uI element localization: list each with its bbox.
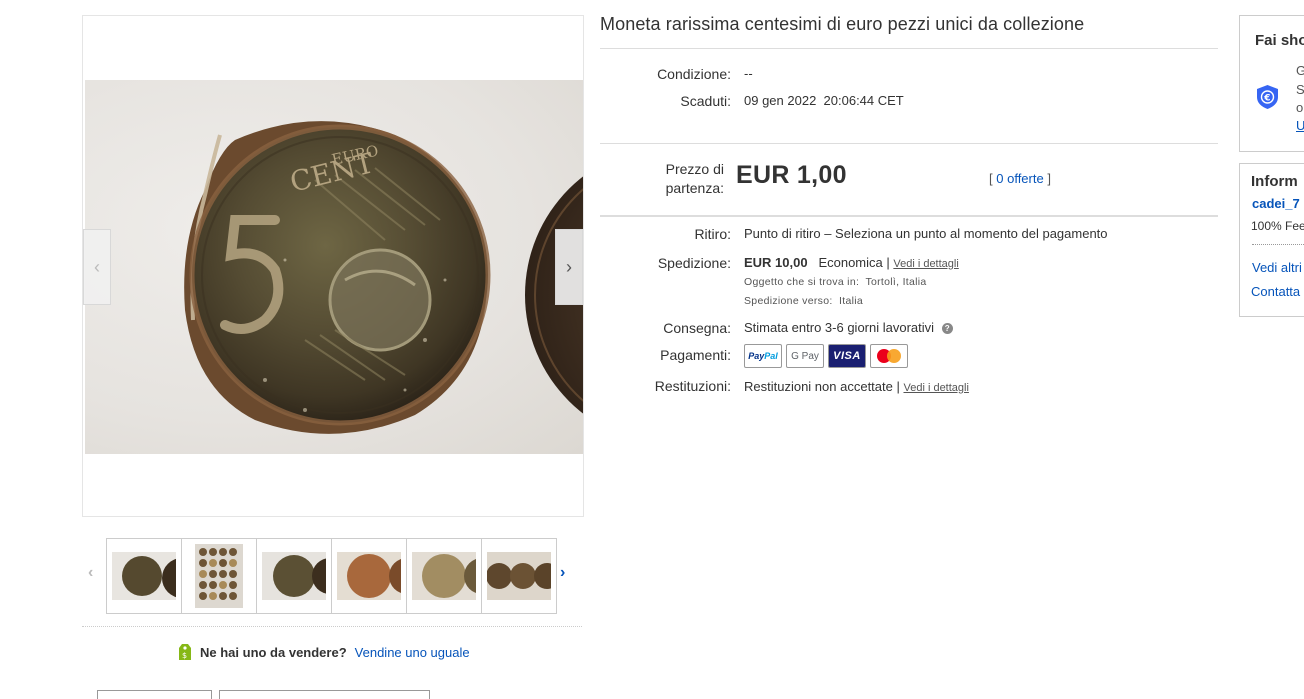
sell-similar-question: Ne hai uno da vendere? — [200, 644, 347, 660]
thumbnail-3[interactable] — [256, 538, 332, 614]
delivery-label: Consegna: — [663, 320, 731, 336]
buy-with-confidence-panel: Fai sho € G S o U — [1239, 15, 1304, 152]
delivery-value: Stimata entro 3-6 giorni lavorativi ? — [744, 320, 953, 335]
item-location-value: Tortolì, Italia — [865, 276, 927, 288]
gallery-divider — [82, 626, 582, 627]
paypal-icon: Pay Pal — [744, 344, 782, 368]
returns-value: Restituzioni non accettate | Vedi i dett… — [744, 379, 969, 394]
offers-link[interactable]: 0 offerte — [996, 171, 1043, 186]
price-tag-icon: $ — [179, 644, 191, 660]
thumb-next-arrow[interactable]: › — [560, 564, 565, 582]
seller-name-link[interactable]: cadei_7 — [1252, 196, 1300, 211]
thumbnail-2[interactable] — [181, 538, 257, 614]
panel-2-title: Inform — [1251, 173, 1298, 190]
returns-label: Restituzioni: — [654, 378, 731, 394]
price-label: Prezzo di partenza: — [600, 160, 724, 198]
ships-to: Spedizione verso: Italia — [744, 295, 863, 307]
ended-value: 09 gen 2022 20:06:44 CET — [744, 93, 904, 108]
thumbnail-strip: ‹ › — [82, 538, 584, 614]
sell-similar-link[interactable]: Vendine uno uguale — [355, 645, 470, 660]
see-other-items-link[interactable]: Vedi altri — [1252, 260, 1302, 275]
thumbnail-6[interactable] — [481, 538, 557, 614]
delivery-estimate: Stimata entro 3-6 giorni lavorativi — [744, 320, 935, 335]
shipping-label: Spedizione: — [657, 255, 731, 271]
thumb-prev-arrow[interactable]: ‹ — [88, 564, 93, 582]
coin-photo: EURO CENT — [184, 121, 583, 434]
returns-policy: Restituzioni non accettate | — [744, 379, 900, 394]
sell-similar-row: $ Ne hai uno da vendere? Vendine uno ugu… — [178, 643, 470, 661]
item-location-label: Oggetto che si trova in: — [744, 276, 860, 288]
offers-bracket-close: ] — [1047, 171, 1051, 186]
ended-label: Scaduti: — [680, 93, 731, 109]
starting-price: EUR 1,00 — [736, 161, 847, 189]
payment-methods: Pay Pal G Pay VISA — [744, 344, 908, 368]
pickup-label: Ritiro: — [694, 226, 731, 242]
contact-seller-link[interactable]: Contatta — [1251, 284, 1300, 299]
gallery-next-arrow[interactable]: › — [555, 229, 583, 305]
offers-count: [ 0 offerte ] — [989, 171, 1051, 186]
svg-text:$: $ — [182, 651, 187, 660]
price-label-line1: Prezzo di — [665, 161, 724, 177]
svg-text:€: € — [1263, 94, 1270, 104]
main-photo[interactable]: EURO CENT — [85, 80, 583, 454]
shipping-service: Economica | — [818, 255, 890, 270]
ships-to-value: Italia — [839, 295, 863, 307]
thumbnail-1[interactable] — [106, 538, 182, 614]
item-title: Moneta rarissima centesimi di euro pezzi… — [600, 14, 1085, 34]
shipping-details-link[interactable]: Vedi i dettagli — [893, 258, 958, 270]
price-label-line2: partenza: — [665, 180, 724, 196]
pickup-value: Punto di ritiro – Seleziona un punto al … — [744, 226, 1108, 241]
shipping-value: EUR 10,00 Economica | Vedi i dettagli — [744, 255, 959, 270]
thumbnail-5[interactable] — [406, 538, 482, 614]
item-location: Oggetto che si trova in: Tortolì, Italia — [744, 276, 927, 288]
google-pay-icon: G Pay — [786, 344, 824, 368]
condition-label: Condizione: — [657, 66, 731, 82]
seller-feedback: 100% Fee — [1251, 219, 1304, 233]
panel-1-line1: G — [1296, 63, 1304, 78]
panel-1-line3: o — [1296, 100, 1304, 115]
money-back-shield-icon: € — [1257, 85, 1278, 109]
bottom-button-2[interactable] — [219, 690, 430, 699]
gallery-prev-arrow[interactable]: ‹ — [83, 229, 111, 305]
ships-to-label: Spedizione verso: — [744, 295, 833, 307]
returns-details-link[interactable]: Vedi i dettagli — [903, 382, 968, 394]
visa-icon: VISA — [828, 344, 866, 368]
seller-divider — [1252, 244, 1304, 245]
info-divider — [600, 143, 1218, 144]
help-icon[interactable]: ? — [941, 323, 953, 334]
condition-value: -- — [744, 66, 753, 81]
payments-label: Pagamenti: — [660, 347, 731, 363]
seller-info-panel: Inform cadei_7 100% Fee Vedi altri Conta… — [1239, 163, 1304, 317]
price-divider — [600, 215, 1218, 217]
thumbnail-4[interactable] — [331, 538, 407, 614]
shipping-cost: EUR 10,00 — [744, 255, 808, 270]
panel-1-line2: S — [1296, 82, 1304, 97]
mastercard-icon — [870, 344, 908, 368]
panel-1-link[interactable]: U — [1296, 118, 1304, 133]
panel-1-title: Fai sho — [1255, 32, 1304, 49]
bottom-button-1[interactable] — [97, 690, 212, 699]
title-divider — [600, 48, 1218, 49]
ended-date: 09 gen 2022 — [744, 93, 817, 108]
image-gallery: EURO CENT ‹ › — [82, 15, 584, 517]
offers-bracket-open: [ — [989, 171, 993, 186]
ended-time: 20:06:44 CET — [823, 93, 904, 108]
